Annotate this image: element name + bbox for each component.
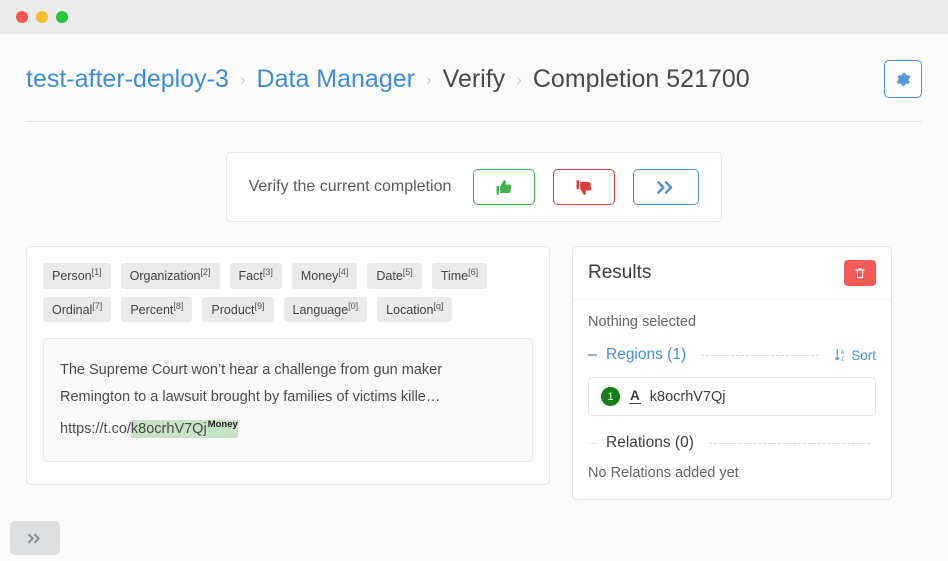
- annotated-span-text: k8ocrhV7Qj: [130, 420, 207, 437]
- annotated-span-label: Money: [207, 419, 238, 431]
- relations-title[interactable]: Relations (0): [606, 434, 694, 452]
- label-tag-location[interactable]: Location[q]: [377, 296, 453, 323]
- zoom-window-button[interactable]: [56, 11, 68, 23]
- region-item-text: k8ocrhV7Qj: [649, 388, 726, 405]
- header-divider: [26, 121, 922, 122]
- label-tag-list: Person[1] Organization[2] Fact[3] Money[…: [43, 263, 533, 323]
- close-window-button[interactable]: [16, 11, 28, 23]
- accept-button[interactable]: [473, 169, 536, 205]
- verify-card: Verify the current completion: [225, 152, 723, 222]
- label-tag-ordinal[interactable]: Ordinal[7]: [43, 296, 112, 323]
- svg-text:A: A: [841, 350, 845, 356]
- results-panel: Results Nothing selected Regions (1) A Z…: [572, 246, 892, 500]
- relations-divider: [708, 442, 870, 444]
- regions-section-header: Regions (1) A Z Sort: [588, 346, 876, 364]
- labeling-panel: Person[1] Organization[2] Fact[3] Money[…: [26, 246, 550, 485]
- expand-panel-button[interactable]: [10, 521, 60, 555]
- regions-divider: [701, 354, 820, 356]
- regions-title[interactable]: Regions (1): [606, 346, 686, 364]
- label-tag-time[interactable]: Time[6]: [431, 263, 488, 289]
- svg-text:Z: Z: [841, 357, 844, 362]
- text-plain: The Supreme Court won’t hear a challenge…: [60, 362, 443, 437]
- double-chevron-right-icon: [28, 533, 40, 543]
- breadcrumb: test-after-deploy-3 › Data Manager › Ver…: [26, 65, 884, 94]
- label-tag-fact[interactable]: Fact[3]: [229, 263, 282, 289]
- label-tag-date[interactable]: Date[5]: [367, 263, 422, 289]
- double-chevron-right-icon: [657, 180, 673, 194]
- label-tag-percent[interactable]: Percent[8]: [121, 296, 193, 323]
- gear-icon: [896, 72, 911, 86]
- page-header: test-after-deploy-3 › Data Manager › Ver…: [0, 34, 948, 98]
- no-relations-text: No Relations added yet: [588, 465, 739, 481]
- label-tag-language[interactable]: Language[0]: [283, 296, 368, 323]
- breadcrumb-item-completion: Completion 521700: [532, 64, 750, 93]
- breadcrumb-separator: ›: [516, 69, 522, 89]
- sort-regions-button[interactable]: A Z Sort: [834, 348, 876, 363]
- breadcrumb-separator: ›: [425, 69, 432, 89]
- minimize-window-button[interactable]: [36, 11, 48, 23]
- label-tag-organization[interactable]: Organization[2]: [120, 263, 220, 289]
- settings-button[interactable]: [884, 60, 922, 98]
- label-tag-person[interactable]: Person[1]: [43, 263, 111, 289]
- main-content: Person[1] Organization[2] Fact[3] Money[…: [0, 222, 948, 500]
- reject-button[interactable]: [553, 169, 616, 205]
- relations-section-header: Relations (0): [588, 434, 876, 452]
- window-titlebar: [0, 0, 948, 34]
- label-tag-product[interactable]: Product[9]: [202, 296, 274, 323]
- region-list-item[interactable]: 1 A k8ocrhV7Qj: [588, 377, 876, 416]
- text-label-icon: A: [629, 387, 641, 405]
- thumbs-up-icon: [496, 179, 512, 195]
- nothing-selected-text: Nothing selected: [588, 314, 697, 330]
- breadcrumb-item-verify[interactable]: Verify: [443, 65, 506, 94]
- thumbs-down-icon: [576, 179, 592, 195]
- verify-bar-container: Verify the current completion: [0, 152, 948, 222]
- delete-all-regions-button[interactable]: [844, 260, 876, 286]
- region-index-badge: 1: [601, 387, 620, 406]
- annotated-span-money[interactable]: k8ocrhV7QjMoney: [130, 419, 238, 438]
- collapse-relations-icon[interactable]: [588, 442, 597, 444]
- results-title: Results: [588, 262, 652, 283]
- trash-icon: [855, 268, 865, 279]
- sort-az-icon: A Z: [835, 348, 845, 362]
- collapse-regions-icon[interactable]: [588, 354, 597, 356]
- results-body: Nothing selected Regions (1) A Z Sort 1 …: [573, 300, 891, 499]
- skip-button[interactable]: [633, 169, 700, 205]
- breadcrumb-separator: ›: [239, 69, 246, 89]
- breadcrumb-item-data-manager[interactable]: Data Manager: [257, 65, 415, 94]
- breadcrumb-item-project[interactable]: test-after-deploy-3: [26, 65, 229, 94]
- results-header: Results: [573, 247, 891, 300]
- sort-label: Sort: [851, 347, 876, 363]
- label-tag-money[interactable]: Money[4]: [291, 263, 358, 289]
- app-window: test-after-deploy-3 › Data Manager › Ver…: [0, 0, 948, 561]
- verify-prompt: Verify the current completion: [248, 178, 452, 195]
- annotation-text-area[interactable]: The Supreme Court won’t hear a challenge…: [43, 338, 533, 462]
